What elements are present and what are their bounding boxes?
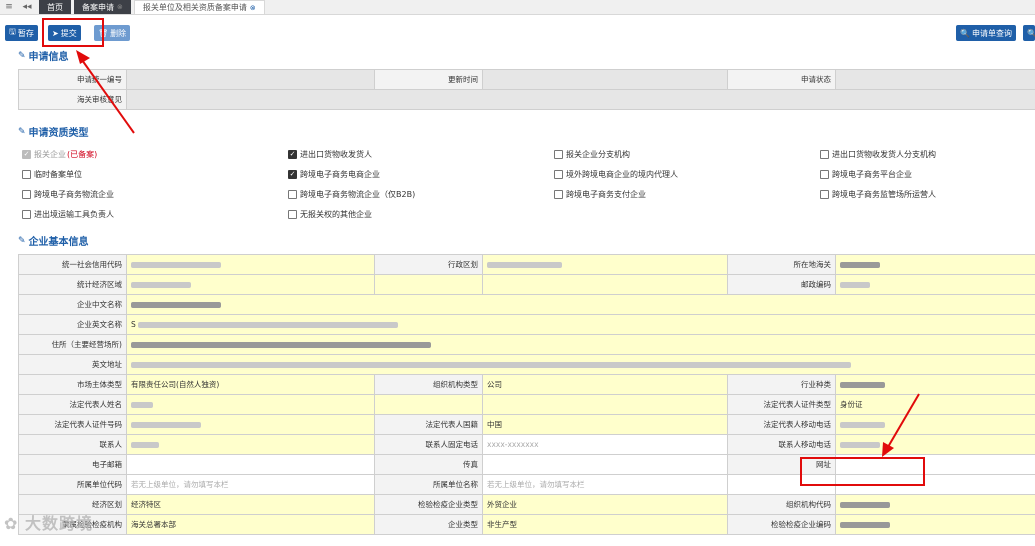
arrow-head-icon <box>882 442 894 457</box>
watermark-text: 大数跨境 <box>24 514 93 533</box>
arrow-to-website <box>887 393 920 448</box>
watermark: ✿ 大数跨境 <box>4 514 93 533</box>
arrow-head-icon <box>76 50 90 64</box>
arrow-to-submit <box>81 59 135 134</box>
annotation-arrows <box>76 50 920 457</box>
